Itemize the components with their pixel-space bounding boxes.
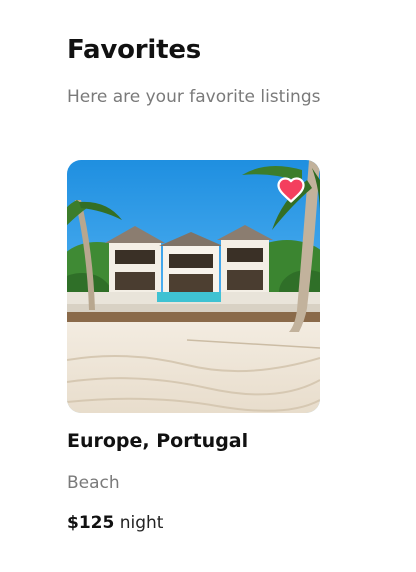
price-unit: night <box>119 513 164 533</box>
listing-category: Beach <box>67 473 120 493</box>
listing-location: Europe, Portugal <box>67 430 249 452</box>
favorite-button[interactable] <box>276 175 306 205</box>
price-amount: $125 <box>67 513 115 533</box>
heart-icon <box>277 177 305 203</box>
page-title: Favorites <box>67 35 202 65</box>
listing-price: $125 night <box>67 510 163 536</box>
listing-card[interactable]: Europe, Portugal Beach $125 night <box>67 160 320 540</box>
page-subtitle: Here are your favorite listings <box>67 87 321 107</box>
listing-image[interactable] <box>67 160 320 413</box>
